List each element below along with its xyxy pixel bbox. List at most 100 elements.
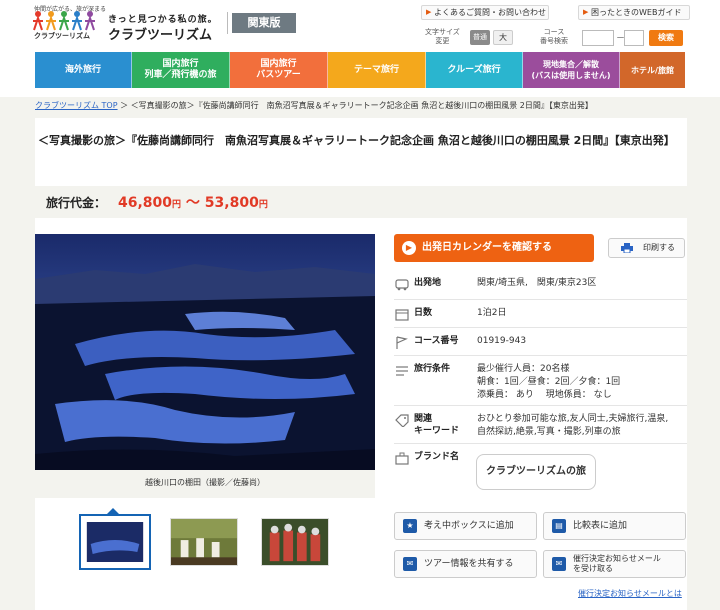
- price-min: 46,800: [118, 195, 173, 211]
- photo-caption: 越後川口の棚田（撮影／佐藤尚）: [145, 478, 265, 487]
- logo-people-icon[interactable]: [33, 10, 99, 32]
- page-title: ＜写真撮影の旅＞『佐藤尚講師同行 南魚沼写真展＆ギャラリートーク記念企画 魚沼と…: [38, 134, 675, 147]
- keywords-label-line: キーワード: [414, 426, 460, 436]
- arrow-right-icon: ▶: [583, 8, 589, 16]
- course-number-input-1[interactable]: [582, 30, 614, 46]
- breadcrumb-current: ＜写真撮影の旅＞『佐藤尚講師同行 南魚沼写真展＆ギャラリートーク記念企画 魚沼と…: [130, 101, 593, 110]
- price-box: 旅行代金： 46,800円 ～ 53,800円: [35, 186, 687, 218]
- price-label: 旅行代金：: [46, 196, 107, 210]
- nav-label: テーマ旅行: [353, 64, 399, 75]
- keywords-line: おひとり参加可能な旅,友人同士,夫婦旅行,温泉,: [477, 414, 669, 424]
- breadcrumb-separator: ＞: [117, 101, 131, 110]
- add-compare-button[interactable]: ▤ 比較表に追加: [543, 512, 686, 540]
- course-search-button[interactable]: 検索: [649, 30, 683, 46]
- keywords-label-line: 関連: [414, 414, 433, 424]
- notify-label-line: 催行決定お知らせメール: [573, 554, 661, 563]
- nav-hotel[interactable]: ホテル/旅館: [620, 52, 685, 88]
- arrow-right-icon: ▶: [426, 8, 432, 16]
- conditions-line: 朝食：1回／昼食：2回／夕食：1回: [477, 377, 621, 387]
- nav-label: 国内旅行 列車／飛行機の旅: [144, 59, 217, 80]
- info-value: 最少催行人員：20名様朝食：1回／昼食：2回／夕食：1回 添乗員： あり 現地係員…: [477, 363, 620, 402]
- font-size-label: 文字サイズ 変更: [425, 28, 460, 45]
- breadcrumb: クラブツーリズム TOP ＞ ＜写真撮影の旅＞『佐藤尚講師同行 南魚沼写真展＆ギ…: [35, 100, 685, 111]
- info-row-course: コース番号 01919-943: [394, 328, 687, 356]
- faq-link[interactable]: ▶ よくあるご質問・お問い合わせ: [421, 5, 549, 20]
- region-badge: 関東版: [232, 13, 296, 33]
- nav-overseas[interactable]: 海外旅行: [35, 52, 132, 88]
- course-search-label: コース 番号検索: [540, 28, 568, 45]
- list-icon: [396, 366, 408, 376]
- font-normal-button[interactable]: 普通: [470, 30, 490, 45]
- thumbnail-3[interactable]: [261, 518, 329, 566]
- info-label: ブランド名: [414, 452, 460, 462]
- share-button[interactable]: ✉ ツアー情報を共有する: [394, 550, 537, 578]
- nav-label: 現地集合／解散 (バスは使用しません): [531, 60, 611, 80]
- mail-icon: ✉: [403, 557, 417, 571]
- nav-theme[interactable]: テーマ旅行: [328, 52, 426, 88]
- info-row-keywords: 関連キーワード おひとり参加可能な旅,友人同士,夫婦旅行,温泉, 自然探訪,絶景,…: [394, 406, 687, 444]
- thumbnail-1[interactable]: [79, 514, 151, 570]
- info-value: 1泊2日: [477, 308, 507, 318]
- add-favorite-label: 考え中ボックスに追加: [424, 521, 514, 531]
- info-label: 関連 キーワード: [414, 413, 459, 437]
- nav-label: ホテル/旅館: [631, 65, 674, 75]
- notify-label-line: を受け取る: [573, 564, 613, 573]
- keywords-line: 自然探訪,絶景,写真・撮影,列車の旅: [477, 427, 621, 437]
- faq-link-label: よくあるご質問・お問い合わせ: [434, 8, 546, 17]
- arrow-right-icon: ▶: [402, 241, 416, 255]
- price-tilde: ～: [181, 195, 205, 211]
- bus-icon: [395, 279, 409, 291]
- nav-label: クルーズ旅行: [447, 64, 501, 75]
- nav-label: 国内旅行 バスツアー: [256, 59, 301, 80]
- calendar-button-label: 出発日カレンダーを確認する: [422, 242, 552, 253]
- print-button[interactable]: 印刷する: [608, 238, 685, 258]
- price-value: 46,800円 ～ 53,800円: [118, 192, 268, 212]
- add-favorite-button[interactable]: ★ 考え中ボックスに追加: [394, 512, 537, 540]
- notify-info-link[interactable]: 催行決定お知らせメールとは: [578, 588, 682, 599]
- info-row-days: 日数 1泊2日: [394, 300, 687, 328]
- brand-name[interactable]: クラブツーリズム: [108, 24, 212, 43]
- yen-unit: 円: [258, 200, 268, 210]
- info-value: 01919-943: [477, 336, 527, 346]
- add-compare-label: 比較表に追加: [573, 521, 628, 531]
- info-label: 日数: [414, 308, 433, 318]
- nav-label: 海外旅行: [64, 64, 101, 75]
- main-nav: 海外旅行 国内旅行 列車／飛行機の旅 国内旅行 バスツアー テーマ旅行 クルーズ…: [35, 52, 685, 88]
- print-button-label: 印刷する: [643, 243, 675, 252]
- yen-unit: 円: [172, 200, 182, 210]
- calendar-button[interactable]: ▶ 出発日カレンダーを確認する: [394, 234, 594, 262]
- info-row-conditions: 旅行条件 最少催行人員：20名様 朝食：1回／昼食：2回／夕食：1回 添乗員： あり…: [394, 356, 687, 406]
- star-icon: ★: [403, 519, 417, 533]
- conditions-line: 添乗員： あり 現地係員： なし: [477, 390, 612, 400]
- brand-logo: クラブツーリズムの旅: [476, 454, 596, 490]
- logo-text: クラブツーリズム: [34, 32, 90, 40]
- flag-icon: [396, 336, 408, 349]
- breadcrumb-home[interactable]: クラブツーリズム TOP: [35, 101, 118, 110]
- conditions-line: 最少催行人員：20名様: [477, 364, 570, 374]
- nav-domestic-train[interactable]: 国内旅行 列車／飛行機の旅: [132, 52, 230, 88]
- briefcase-icon: [395, 452, 409, 465]
- nav-cruise[interactable]: クルーズ旅行: [426, 52, 523, 88]
- price-max: 53,800: [204, 195, 259, 211]
- site-header: 仲間が広がる、旅が深まる クラブツーリズム きっと見つかる私の旅。 クラブツーリ…: [0, 0, 720, 50]
- share-label: ツアー情報を共有する: [424, 559, 514, 569]
- help-link-label: 困ったときのWEBガイド: [591, 8, 682, 17]
- compare-icon: ▤: [552, 519, 566, 533]
- info-label: コース番号: [414, 336, 459, 346]
- nav-local-meet[interactable]: 現地集合／解散 (バスは使用しません): [523, 52, 620, 88]
- help-link[interactable]: ▶ 困ったときのWEBガイド: [578, 5, 690, 20]
- nav-domestic-bus[interactable]: 国内旅行 バスツアー: [230, 52, 328, 88]
- info-row-departure: 出発地 関東/埼玉県, 関東/東京23区: [394, 270, 687, 300]
- font-large-button[interactable]: 大: [493, 30, 513, 45]
- course-number-input-2[interactable]: [624, 30, 644, 46]
- calendar-icon: [395, 309, 409, 321]
- main-photo: [35, 234, 375, 470]
- notify-button[interactable]: ✉ 催行決定お知らせメール を受け取る: [543, 550, 686, 578]
- info-value: 関東/埼玉県, 関東/東京23区: [477, 278, 597, 288]
- tag-icon: [395, 414, 409, 427]
- bell-icon: ✉: [552, 557, 566, 571]
- thumbnail-2[interactable]: [170, 518, 238, 566]
- info-label: 出発地: [414, 278, 442, 288]
- printer-icon: [621, 243, 633, 253]
- divider: [227, 12, 228, 34]
